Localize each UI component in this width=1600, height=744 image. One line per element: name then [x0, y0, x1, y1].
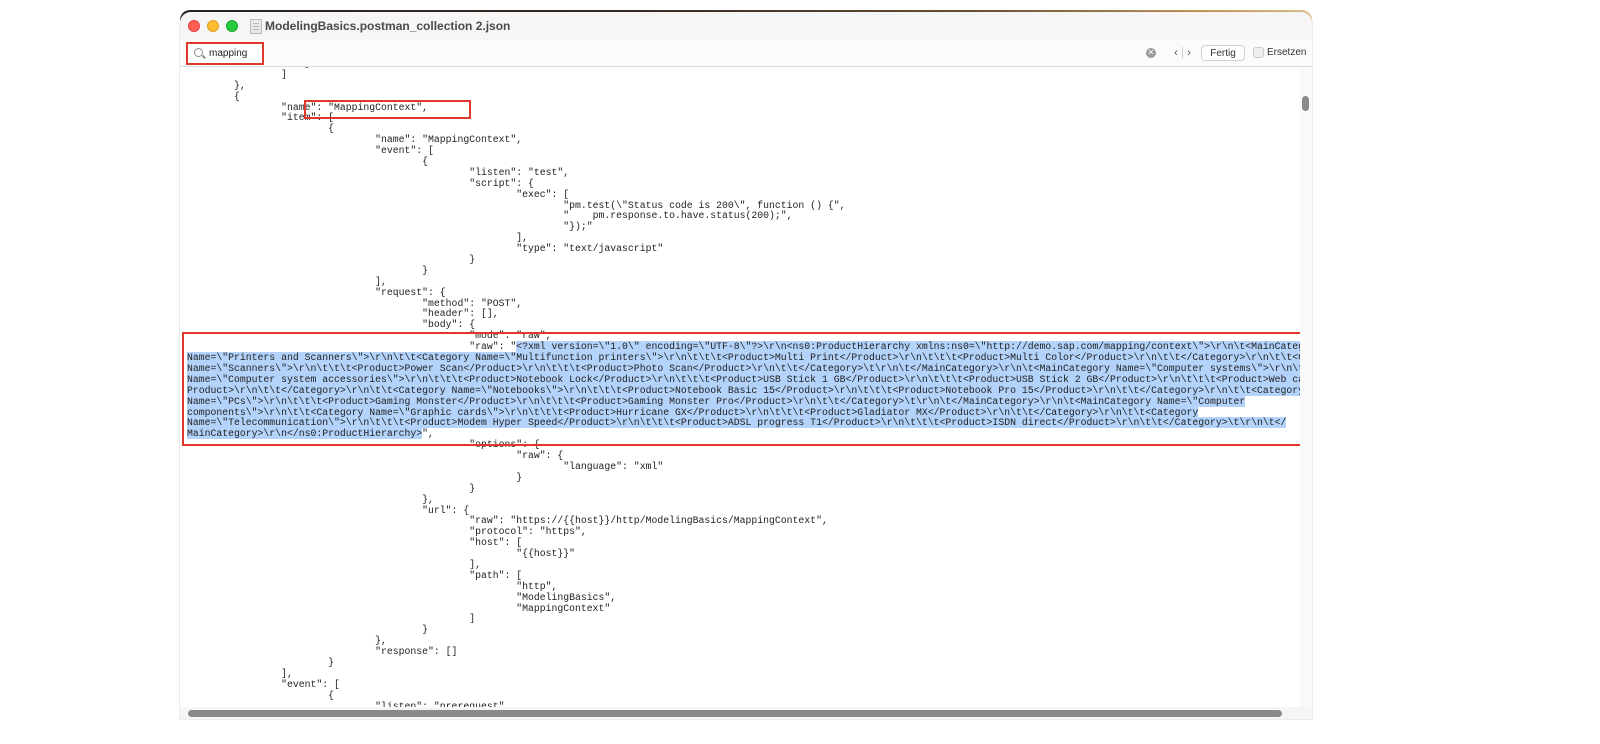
vertical-scrollbar-track[interactable] — [1300, 67, 1312, 713]
title-bar: ModelingBasics.postman_collection 2.json — [180, 12, 1312, 41]
text-editor-window: ModelingBasics.postman_collection 2.json… — [180, 12, 1312, 719]
window-title: ModelingBasics.postman_collection 2.json — [265, 19, 511, 33]
highlight-box-raw — [182, 332, 1306, 446]
code-line: } — [187, 482, 476, 494]
horizontal-scrollbar-thumb[interactable] — [188, 710, 1282, 717]
chevron-right-icon[interactable]: › — [1183, 47, 1195, 59]
code-line: "exec": [ — [187, 188, 570, 200]
search-field[interactable] — [186, 42, 264, 65]
code-line: ] — [187, 68, 287, 80]
code-line: "response": [] — [187, 646, 458, 658]
close-window-button[interactable] — [188, 20, 200, 32]
highlight-box-name — [304, 100, 471, 119]
vertical-scrollbar-thumb[interactable] — [1302, 96, 1309, 111]
search-input[interactable] — [209, 46, 261, 60]
replace-checkbox[interactable] — [1253, 47, 1264, 58]
search-icon[interactable] — [194, 48, 203, 57]
code-line: "request": { — [187, 286, 446, 298]
zoom-window-button[interactable] — [226, 20, 238, 32]
code-line: }, — [187, 79, 246, 91]
code-line: } — [187, 656, 334, 668]
code-line: "event": [ — [187, 678, 340, 690]
code-line: "http", — [187, 580, 558, 592]
minimize-window-button[interactable] — [207, 20, 219, 32]
done-button[interactable]: Fertig — [1201, 45, 1245, 61]
code-line: }, — [187, 493, 434, 505]
chevron-left-icon[interactable]: ‹ — [1170, 47, 1183, 59]
clear-search-icon[interactable]: ✕ — [1146, 48, 1156, 58]
code-line: ], — [187, 667, 293, 679]
document-icon — [250, 19, 262, 34]
code-line: "ModelingBasics", — [187, 591, 617, 603]
code-line: { — [187, 689, 334, 701]
find-bar: ✕ ‹ › Fertig Ersetzen — [180, 40, 1312, 67]
replace-label: Ersetzen — [1267, 47, 1307, 58]
